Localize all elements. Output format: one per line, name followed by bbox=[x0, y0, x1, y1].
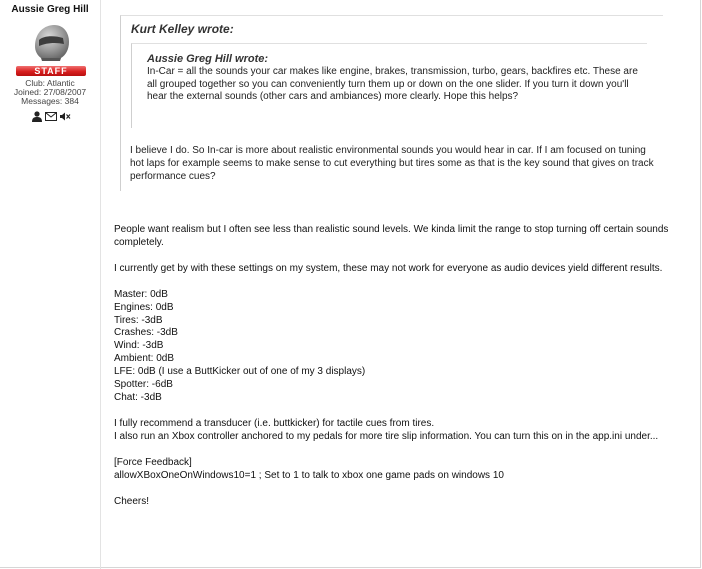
author-messages: Messages: 384 bbox=[21, 96, 79, 106]
ini-section: [Force Feedback] bbox=[114, 456, 192, 468]
author-panel: Aussie Greg Hill STAFF Club: Atlantic Jo… bbox=[0, 0, 100, 569]
post-body: People want realism but I often see less… bbox=[114, 224, 674, 508]
signoff: Cheers! bbox=[114, 495, 150, 507]
mute-icon[interactable] bbox=[59, 109, 71, 120]
nested-quote-author: Aussie Greg Hill wrote: bbox=[147, 53, 269, 65]
nested-quote-text: In-Car = all the sounds your car makes l… bbox=[147, 66, 638, 102]
column-divider bbox=[100, 0, 101, 569]
post-paragraph: People want realism but I often see less… bbox=[114, 224, 669, 248]
settings-list: Master: 0dB Engines: 0dB Tires: -3dB Cra… bbox=[114, 289, 674, 405]
author-name[interactable]: Aussie Greg Hill bbox=[0, 4, 100, 15]
setting-line: Spotter: -6dB bbox=[114, 379, 173, 391]
quote-block: Kurt Kelley wrote: Aussie Greg Hill wrot… bbox=[120, 15, 663, 191]
nested-quote-block: Aussie Greg Hill wrote: In-Car = all the… bbox=[131, 43, 647, 128]
setting-line: Crashes: -3dB bbox=[114, 327, 178, 339]
setting-line: Ambient: 0dB bbox=[114, 353, 175, 365]
profile-icon[interactable] bbox=[31, 109, 43, 122]
ini-line: allowXBoxOneOnWindows10=1 ; Set to 1 to … bbox=[114, 469, 504, 481]
setting-line: LFE: 0dB (I use a ButtKicker out of one … bbox=[114, 366, 366, 378]
post-paragraph: I fully recommend a transducer (i.e. but… bbox=[114, 417, 435, 429]
setting-line: Tires: -3dB bbox=[114, 314, 163, 326]
avatar[interactable] bbox=[31, 22, 71, 62]
staff-badge: STAFF bbox=[16, 66, 86, 76]
setting-line: Master: 0dB bbox=[114, 288, 168, 300]
setting-line: Engines: 0dB bbox=[114, 301, 174, 313]
author-actions bbox=[30, 108, 72, 122]
setting-line: Chat: -3dB bbox=[114, 391, 162, 403]
quote-text: I believe I do. So In-car is more about … bbox=[130, 145, 654, 182]
quote-author: Kurt Kelley wrote: bbox=[131, 22, 234, 36]
message-icon[interactable] bbox=[45, 109, 57, 121]
post-paragraph: I currently get by with these settings o… bbox=[114, 262, 663, 274]
post-paragraph: I also run an Xbox controller anchored t… bbox=[114, 430, 659, 442]
setting-line: Wind: -3dB bbox=[114, 340, 164, 352]
